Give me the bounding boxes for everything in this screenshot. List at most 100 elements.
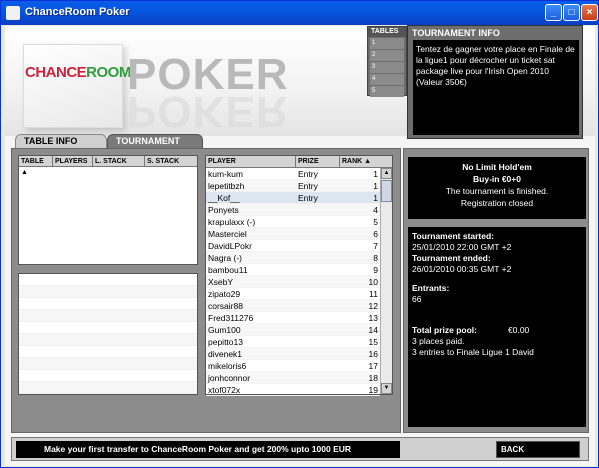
tournament-info-panel: TOURNAMENT INFO Tentez de gagner votre p… [407, 25, 583, 139]
poker-logo-reflection: POKER [127, 87, 289, 136]
tables-list[interactable]: TABLE ▲ PLAYERS L. STACK S. STACK [18, 155, 198, 265]
tab-tournament-info[interactable]: TOURNAMENT INFO [107, 134, 203, 159]
table-row[interactable]: Nagra (-) 8 [206, 252, 380, 264]
logo-cube [23, 44, 123, 128]
player-prize: Entry [298, 181, 318, 191]
list-item [19, 346, 197, 358]
players-rows: kum-kum Entry 1 lepetitbzh Entry 1 __Kof__ Entr… [206, 168, 380, 396]
mini-table-row[interactable]: 3 [370, 62, 404, 73]
table-row[interactable]: divenek1 16 [206, 348, 380, 360]
player-rank: 13 [368, 313, 378, 323]
started-label: Tournament started: [412, 231, 495, 241]
title-bar[interactable]: ChanceRoom Poker _ □ × [1, 1, 598, 25]
mini-table-row[interactable]: 1 [370, 38, 404, 49]
table-row[interactable]: zipato29 11 [206, 288, 380, 300]
app-window: ChanceRoom Poker _ □ × CHANCEROOM POKER … [0, 0, 599, 468]
entrants-value: 66 [412, 294, 422, 304]
header-banner: CHANCEROOM POKER POKER TABLES 1 2 3 4 5 … [5, 25, 595, 139]
table-row[interactable]: corsair88 12 [206, 300, 380, 312]
column-header-players[interactable]: PLAYERS [53, 156, 93, 167]
player-rank: 1 [373, 193, 378, 203]
table-row[interactable]: krapulaxx (-) 5 [206, 216, 380, 228]
player-rank: 1 [373, 169, 378, 179]
maximize-button[interactable]: □ [563, 4, 580, 21]
tournament-info-text: Tentez de gagner votre place en Finale d… [413, 40, 579, 135]
player-prize: Entry [298, 193, 318, 203]
column-header-s-stack[interactable]: S. STACK [145, 156, 197, 167]
brand-chance: CHANCE [25, 64, 87, 81]
column-header-rank[interactable]: RANK ▲ [340, 156, 392, 167]
player-rank: 4 [373, 205, 378, 215]
promo-ticker: Make your first transfer to ChanceRoom P… [16, 441, 400, 458]
mini-table-row[interactable]: 5 [370, 86, 404, 97]
players-scrollbar[interactable]: ▲ ▼ [380, 168, 392, 394]
table-row[interactable]: xtof072x 19 [206, 384, 380, 396]
table-row[interactable]: Fred311276 13 [206, 312, 380, 324]
player-name: bambou11 [208, 265, 248, 275]
close-button[interactable]: × [581, 4, 598, 21]
table-row[interactable]: lepetitbzh Entry 1 [206, 180, 380, 192]
column-header-table[interactable]: TABLE ▲ [19, 156, 53, 176]
app-icon [6, 6, 20, 20]
table-row[interactable]: Ponyets 4 [206, 204, 380, 216]
prize-pool-value: €0.00 [508, 325, 530, 335]
column-header-l-stack[interactable]: L. STACK [93, 156, 145, 167]
table-row[interactable]: DavidLPokr 7 [206, 240, 380, 252]
mini-tables-list: TABLES 1 2 3 4 5 [367, 26, 407, 97]
player-rank: 18 [368, 373, 378, 383]
list-item [19, 334, 197, 346]
column-header-player[interactable]: PLAYER [206, 156, 296, 167]
ended-label: Tournament ended: [412, 253, 491, 263]
ended-value: 26/01/2010 00:35 GMT +2 [412, 264, 512, 274]
list-item [19, 298, 197, 310]
player-name: corsair88 [208, 301, 243, 311]
player-name: pepitto13 [208, 337, 243, 347]
players-list[interactable]: PLAYER PRIZE RANK ▲ kum-kum Entry 1 lepetit… [205, 155, 393, 396]
mini-table-row[interactable]: 2 [370, 50, 404, 61]
brand-room: ROOM [86, 64, 131, 81]
tournament-details-panel: No Limit Hold'em Buy-in €0+0 The tournam… [403, 148, 589, 433]
players-header: PLAYER PRIZE RANK ▲ [206, 156, 392, 168]
list-item [19, 286, 197, 298]
player-name: lepetitbzh [208, 181, 245, 191]
tab-table-info[interactable]: TABLE INFO [15, 134, 107, 148]
table-row[interactable]: Masterciel 6 [206, 228, 380, 240]
table-row[interactable]: Gum100 14 [206, 324, 380, 336]
player-rank: 7 [373, 241, 378, 251]
player-name: DavidLPokr [208, 241, 252, 251]
list-item [19, 310, 197, 322]
table-row[interactable]: jonhconnor 18 [206, 372, 380, 384]
player-rank: 11 [369, 289, 378, 299]
table-row[interactable]: XsebY 10 [206, 276, 380, 288]
table-row[interactable]: mikeloris6 17 [206, 360, 380, 372]
back-button[interactable]: BACK [496, 441, 580, 458]
player-rank: 17 [368, 361, 378, 371]
entrants-label: Entrants: [412, 283, 450, 293]
player-rank: 16 [368, 349, 378, 359]
mini-table-row[interactable]: 4 [370, 74, 404, 85]
minimize-button[interactable]: _ [545, 4, 562, 21]
table-row[interactable]: bambou11 9 [206, 264, 380, 276]
game-status: The tournament is finished. [445, 186, 549, 196]
player-name: xtof072x [208, 385, 241, 395]
prize-pool-label: Total prize pool: [412, 325, 478, 335]
scroll-thumb[interactable] [381, 180, 392, 202]
player-name: jonhconnor [208, 373, 251, 383]
table-row[interactable]: kum-kum Entry 1 [206, 168, 380, 180]
window-title: ChanceRoom Poker [25, 6, 130, 18]
list-item [19, 358, 197, 370]
started-value: 25/01/2010 22:00 GMT +2 [412, 242, 512, 252]
footer-bar: Make your first transfer to ChanceRoom P… [11, 437, 589, 461]
entries-note: 3 entries to Finale Ligue 1 David [412, 347, 534, 357]
table-row[interactable]: __Kof__ Entry 1 [206, 192, 380, 204]
scroll-up-arrow-icon[interactable]: ▲ [381, 168, 392, 179]
table-row[interactable]: pepitto13 15 [206, 336, 380, 348]
player-rank: 9 [373, 265, 378, 275]
column-header-prize[interactable]: PRIZE [296, 156, 340, 167]
player-name: __Kof__ [208, 193, 240, 203]
player-rank: 5 [373, 217, 378, 227]
scroll-down-arrow-icon[interactable]: ▼ [381, 383, 392, 394]
table-seats-list[interactable] [18, 273, 198, 395]
player-name: Fred311276 [208, 313, 254, 323]
table-info-panel: TABLE ▲ PLAYERS L. STACK S. STACK PLAYER… [11, 148, 401, 433]
